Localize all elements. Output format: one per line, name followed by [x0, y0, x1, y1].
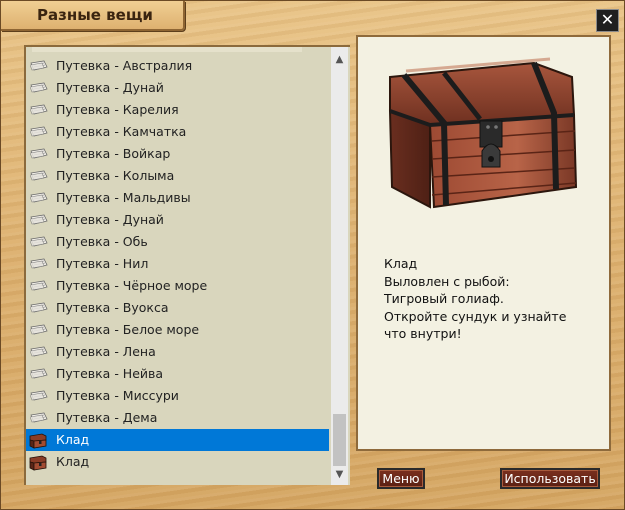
list-item[interactable]: Путевка - Белое море: [26, 319, 329, 341]
window-title: Разные вещи: [37, 6, 153, 24]
list-item[interactable]: Путевка - Обь: [26, 231, 329, 253]
list-item[interactable]: Путевка - Нил: [26, 253, 329, 275]
list-item[interactable]: Путевка - Колыма: [26, 165, 329, 187]
ticket-icon: [30, 214, 48, 225]
list-item[interactable]: Путевка - Австралия: [26, 55, 329, 77]
description-line: Тигровый голиаф.: [384, 291, 504, 306]
scroll-up-arrow-icon[interactable]: ▲: [331, 51, 348, 68]
list-item[interactable]: Путевка - Дема: [26, 407, 329, 429]
list-item[interactable]: Путевка - Дунай: [26, 77, 329, 99]
list-item-label: Путевка - Нейва: [56, 366, 164, 381]
ticket-icon: [30, 412, 48, 423]
item-detail-panel: Клад Выловлен с рыбой: Тигровый голиаф. …: [356, 35, 611, 451]
ticket-icon: [30, 258, 48, 269]
list-item-label: Клад: [56, 432, 90, 447]
list-item-label: Путевка - Дема: [56, 410, 158, 425]
item-list: Путевка - Австралия Путевка - Дунай Путевк…: [26, 55, 329, 473]
use-button[interactable]: Использовать: [500, 468, 600, 489]
list-item-selected[interactable]: Клад: [26, 429, 329, 451]
list-item-label: Путевка - Нил: [56, 256, 149, 271]
description-line: Выловлен с рыбой:: [384, 273, 510, 289]
ticket-icon: [30, 60, 48, 71]
item-list-panel: Путевка - Австралия Путевка - Дунай Путевк…: [24, 45, 350, 485]
list-scrollbar[interactable]: ▲ ▼: [331, 47, 348, 485]
ticket-icon: [30, 368, 48, 379]
list-item-label: Путевка - Обь: [56, 234, 148, 249]
ticket-icon: [30, 324, 48, 335]
ticket-icon: [30, 192, 48, 203]
ticket-icon: [30, 280, 48, 291]
list-item[interactable]: Путевка - Вуокса: [26, 297, 329, 319]
list-item[interactable]: Путевка - Войкар: [26, 143, 329, 165]
treasure-chest-icon: [29, 433, 47, 449]
ticket-icon: [30, 82, 48, 93]
scroll-down-arrow-icon[interactable]: ▼: [331, 466, 348, 483]
title-tab: Разные вещи: [1, 1, 185, 31]
ticket-icon: [30, 148, 48, 159]
menu-button[interactable]: Меню: [377, 468, 425, 489]
list-item-label: Путевка - Мальдивы: [56, 190, 191, 205]
list-item-label: Путевка - Миссури: [56, 388, 179, 403]
ticket-icon: [30, 236, 48, 247]
ticket-icon: [30, 126, 48, 137]
close-button[interactable]: ✕: [596, 9, 619, 32]
list-top-strip: [32, 47, 302, 52]
ticket-icon: [30, 390, 48, 401]
inventory-window: Разные вещи ✕ Путевка - Австралия Путевка…: [0, 0, 625, 510]
list-item[interactable]: Путевка - Дунай: [26, 209, 329, 231]
list-item-label: Путевка - Камчатка: [56, 124, 187, 139]
list-item-label: Путевка - Колыма: [56, 168, 175, 183]
list-item[interactable]: Путевка - Камчатка: [26, 121, 329, 143]
item-name: Клад: [384, 256, 418, 271]
ticket-icon: [30, 170, 48, 181]
list-item-label: Путевка - Лена: [56, 344, 156, 359]
treasure-chest-image: [388, 57, 578, 209]
list-item-label: Путевка - Чёрное море: [56, 278, 208, 293]
list-item[interactable]: Путевка - Чёрное море: [26, 275, 329, 297]
list-item-label: Клад: [56, 454, 90, 469]
list-item[interactable]: Путевка - Нейва: [26, 363, 329, 385]
list-item-label: Путевка - Карелия: [56, 102, 179, 117]
list-item[interactable]: Путевка - Миссури: [26, 385, 329, 407]
list-item[interactable]: Клад: [26, 451, 329, 473]
item-description: Клад Выловлен с рыбой: Тигровый голиаф. …: [384, 255, 604, 343]
list-item[interactable]: Путевка - Мальдивы: [26, 187, 329, 209]
scrollbar-thumb[interactable]: [333, 414, 346, 466]
list-item-label: Путевка - Дунай: [56, 212, 164, 227]
list-item[interactable]: Путевка - Карелия: [26, 99, 329, 121]
ticket-icon: [30, 302, 48, 313]
list-item-label: Путевка - Белое море: [56, 322, 200, 337]
list-item-label: Путевка - Дунай: [56, 80, 164, 95]
list-item[interactable]: Путевка - Лена: [26, 341, 329, 363]
list-item-label: Путевка - Австралия: [56, 58, 193, 73]
ticket-icon: [30, 104, 48, 115]
ticket-icon: [30, 346, 48, 357]
treasure-chest-icon: [29, 455, 47, 471]
list-item-label: Путевка - Войкар: [56, 146, 171, 161]
description-line: Откройте сундук и узнайте: [384, 308, 567, 324]
list-item-label: Путевка - Вуокса: [56, 300, 169, 315]
description-line: что внутри!: [384, 326, 462, 341]
